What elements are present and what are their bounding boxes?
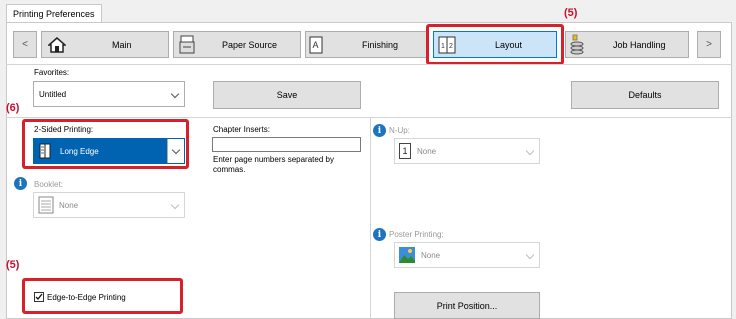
poster-printing-label: Poster Printing: xyxy=(389,230,444,239)
chevron-down-icon xyxy=(525,146,535,156)
favorites-separator xyxy=(6,117,732,118)
callout-two-sided: (6) xyxy=(6,102,20,114)
poster-printing-select[interactable]: None xyxy=(394,242,540,268)
nup-value: None xyxy=(417,146,437,156)
finishing-icon: A xyxy=(309,36,323,54)
favorites-select[interactable]: Untitled xyxy=(33,81,185,107)
tab-job-handling-label: Job Handling xyxy=(613,39,666,50)
favorites-value: Untitled xyxy=(39,89,67,99)
defaults-button[interactable]: Defaults xyxy=(571,81,719,109)
edge-to-edge-highlight xyxy=(22,278,183,314)
paper-tray-icon xyxy=(179,35,195,54)
svg-text:A: A xyxy=(313,40,319,50)
chevron-left-icon: < xyxy=(22,39,28,50)
chevron-down-icon xyxy=(170,200,180,210)
nup-select[interactable]: 1 None xyxy=(394,138,540,164)
callout-layout-tab: (5) xyxy=(564,7,578,19)
booklet-info-icon: i xyxy=(14,177,27,190)
layout-tab-highlight xyxy=(426,24,564,65)
chapter-inserts-input[interactable] xyxy=(212,137,361,152)
poster-image-icon xyxy=(399,247,415,263)
tab-paper-source-label: Paper Source xyxy=(222,39,278,50)
booklet-icon xyxy=(38,196,54,214)
tab-main-label: Main xyxy=(112,39,132,50)
save-button[interactable]: Save xyxy=(213,81,361,109)
two-sided-highlight xyxy=(22,119,189,169)
tab-paper-source[interactable]: Paper Source xyxy=(173,31,301,58)
booklet-select[interactable]: None xyxy=(33,192,185,218)
tab-finishing[interactable]: A Finishing xyxy=(305,31,427,58)
next-arrow-button[interactable]: > xyxy=(697,31,721,58)
poster-info-icon: i xyxy=(373,228,386,241)
chevron-right-icon: > xyxy=(706,39,712,50)
chapter-inserts-help: Enter page numbers separated by commas. xyxy=(213,155,334,174)
favorites-label: Favorites: xyxy=(34,68,70,77)
tab-finishing-label: Finishing xyxy=(362,39,399,50)
tab-main[interactable]: Main xyxy=(41,31,169,58)
column-separator xyxy=(370,118,371,319)
tab-job-handling[interactable]: Job Handling xyxy=(565,31,689,58)
nup-page-icon: 1 xyxy=(399,143,411,159)
chevron-down-icon xyxy=(170,89,180,99)
booklet-value: None xyxy=(59,200,79,210)
print-position-button[interactable]: Print Position... xyxy=(394,292,540,319)
nup-info-icon: i xyxy=(373,124,386,137)
nup-label: N-Up: xyxy=(389,126,410,135)
settings-panel xyxy=(6,22,732,319)
prev-arrow-button[interactable]: < xyxy=(13,31,37,58)
poster-printing-value: None xyxy=(421,250,441,260)
chapter-inserts-label: Chapter Inserts: xyxy=(213,125,270,134)
printing-preferences-tab[interactable]: Printing Preferences xyxy=(6,4,102,23)
home-icon xyxy=(48,37,66,53)
callout-edge-to-edge: (5) xyxy=(6,259,20,271)
job-handling-icon xyxy=(570,34,584,55)
booklet-label: Booklet: xyxy=(34,180,63,189)
nav-separator xyxy=(6,64,732,65)
chevron-down-icon xyxy=(525,250,535,260)
